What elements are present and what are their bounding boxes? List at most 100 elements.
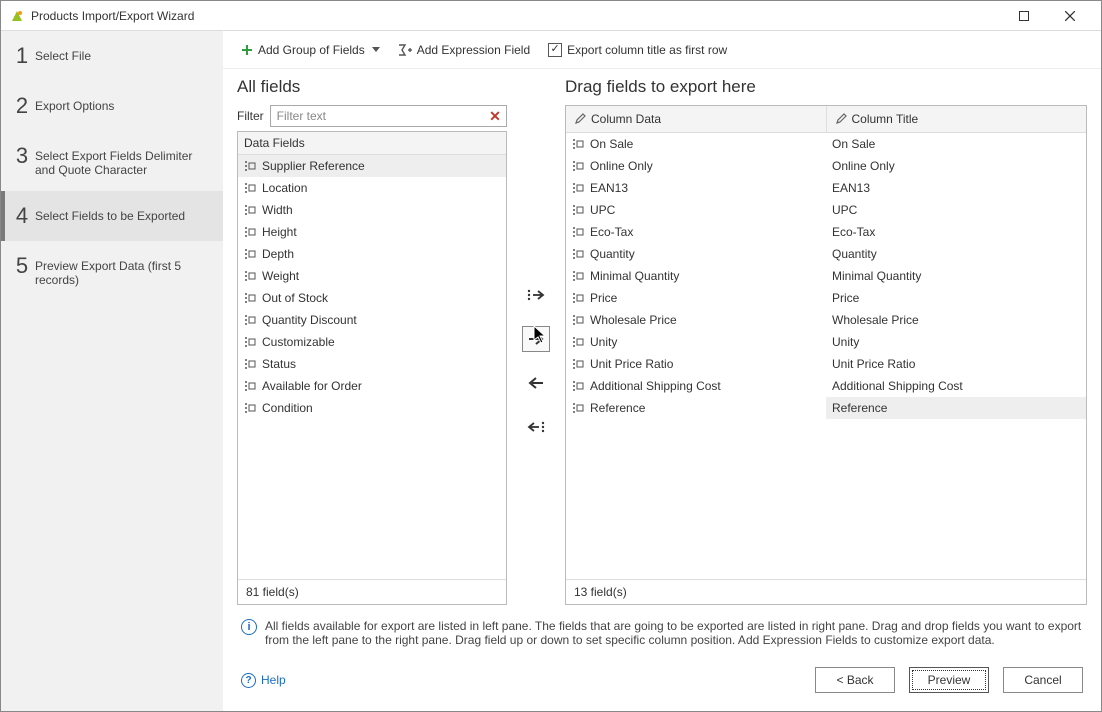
drag-handle-icon [572,182,584,194]
remove-selected-button[interactable] [522,370,550,396]
export-row[interactable]: ReferenceReference [566,397,1086,419]
field-item[interactable]: Height [238,221,506,243]
back-button[interactable]: < Back [815,667,895,693]
help-label: Help [261,673,286,687]
window-maximize-button[interactable] [1001,1,1047,31]
clear-filter-icon[interactable]: ✕ [486,107,504,125]
export-fields-footer: 13 field(s) [566,579,1086,604]
export-row[interactable]: UPCUPC [566,199,1086,221]
window-close-button[interactable] [1047,1,1093,31]
pencil-icon [835,113,847,125]
export-row[interactable]: QuantityQuantity [566,243,1086,265]
field-item[interactable]: Supplier Reference [238,155,506,177]
drag-handle-icon [572,204,584,216]
drag-handle-icon [244,160,256,172]
column-data-value: Online Only [590,159,653,173]
all-fields-title: All fields [237,77,507,97]
step-number: 1 [9,45,35,67]
export-row[interactable]: Online OnlyOnline Only [566,155,1086,177]
export-column-title-checkbox[interactable]: ✓ Export column title as first row [544,39,731,61]
column-data-value: Minimal Quantity [590,269,679,283]
field-label: Width [262,203,293,217]
add-all-button[interactable] [522,282,550,308]
wizard-step-3[interactable]: 3Select Export Fields Delimiter and Quot… [1,131,223,191]
remove-all-button[interactable] [522,414,550,440]
drag-handle-icon [244,380,256,392]
export-fields-listbox[interactable]: Column Data Column Title On SaleOn SaleO… [565,105,1087,605]
field-item[interactable]: Status [238,353,506,375]
column-data-value: Wholesale Price [590,313,677,327]
column-title-value: Reference [832,401,887,415]
drag-handle-icon [572,270,584,282]
export-row[interactable]: Eco-TaxEco-Tax [566,221,1086,243]
export-row[interactable]: EAN13 EAN13 [566,177,1086,199]
add-expression-field-label: Add Expression Field [417,43,530,57]
preview-button[interactable]: Preview [909,667,989,693]
export-row[interactable]: Unit Price RatioUnit Price Ratio [566,353,1086,375]
field-item[interactable]: Out of Stock [238,287,506,309]
app-icon [9,8,25,24]
column-title-header: Column Title [852,112,919,126]
filter-input[interactable] [275,108,484,124]
export-columns-header: Column Data Column Title [566,106,1086,133]
back-label: < Back [836,673,873,687]
help-link[interactable]: ? Help [241,673,286,688]
pencil-icon [574,113,586,125]
column-title-value: Eco-Tax [832,225,875,239]
column-data-value: Price [590,291,617,305]
wizard-step-1[interactable]: 1Select File [1,31,223,81]
field-item[interactable]: Depth [238,243,506,265]
step-label: Export Options [35,95,215,113]
hint-text: All fields available for export are list… [265,619,1083,647]
drag-handle-icon [244,204,256,216]
field-label: Condition [262,401,313,415]
field-item[interactable]: Available for Order [238,375,506,397]
export-row[interactable]: UnityUnity [566,331,1086,353]
drag-handle-icon [572,160,584,172]
drag-handle-icon [572,336,584,348]
wizard-step-5[interactable]: 5Preview Export Data (first 5 records) [1,241,223,301]
all-fields-listbox[interactable]: Data Fields Supplier ReferenceLocation Wi… [237,131,507,605]
column-title-value: Unit Price Ratio [832,357,915,371]
field-item[interactable]: Width [238,199,506,221]
export-row[interactable]: Wholesale PriceWholesale Price [566,309,1086,331]
dropdown-caret-icon [372,47,380,52]
drag-handle-icon [244,226,256,238]
wizard-step-2[interactable]: 2Export Options [1,81,223,131]
toolbar: Add Group of Fields Add Expression Field… [223,31,1101,69]
field-item[interactable]: Location [238,177,506,199]
column-data-value: Additional Shipping Cost [590,379,721,393]
step-number: 2 [9,95,35,117]
drag-handle-icon [572,226,584,238]
column-title-value: EAN13 [832,181,870,195]
export-row[interactable]: PricePrice [566,287,1086,309]
field-label: Height [262,225,297,239]
step-label: Select Export Fields Delimiter and Quote… [35,145,215,177]
info-icon: i [241,619,257,635]
column-title-value: On Sale [832,137,875,151]
drag-handle-icon [572,292,584,304]
column-data-value: On Sale [590,137,633,151]
add-group-of-fields-button[interactable]: Add Group of Fields [237,39,384,61]
field-item[interactable]: Condition [238,397,506,419]
drag-handle-icon [572,380,584,392]
field-item[interactable]: Weight [238,265,506,287]
drag-handle-icon [244,182,256,194]
footer: ? Help < Back Preview Cancel [223,653,1101,711]
export-row[interactable]: Minimal QuantityMinimal Quantity [566,265,1086,287]
export-row[interactable]: On Sale On Sale [566,133,1086,155]
all-fields-footer: 81 field(s) [238,579,506,604]
export-fields-title: Drag fields to export here [565,77,1087,97]
wizard-step-4[interactable]: 4Select Fields to be Exported [1,191,223,241]
add-selected-button[interactable] [522,326,550,352]
data-fields-category: Data Fields [244,136,305,150]
column-title-value: Additional Shipping Cost [832,379,963,393]
add-expression-field-button[interactable]: Add Expression Field [394,39,534,61]
field-item[interactable]: Customizable [238,331,506,353]
field-item[interactable]: Quantity Discount [238,309,506,331]
drag-handle-icon [244,270,256,282]
export-row[interactable]: Additional Shipping Cost Additional Shipp… [566,375,1086,397]
drag-handle-icon [572,402,584,414]
column-data-value: EAN13 [590,181,628,195]
cancel-button[interactable]: Cancel [1003,667,1083,693]
